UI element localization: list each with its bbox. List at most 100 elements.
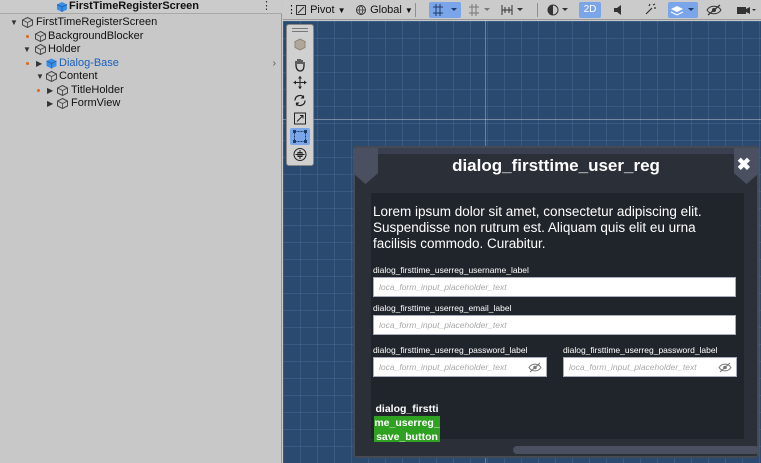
password-confirm-placeholder: loca_form_input_placeholder_text xyxy=(569,362,697,372)
dialog-base[interactable]: dialog_firsttime_user_reg ✖ Lorem ipsum … xyxy=(353,146,759,458)
pivot-dropdown[interactable]: Pivot ▼ xyxy=(295,2,346,18)
hierarchy-title: FirstTimeRegisterScreen xyxy=(69,0,200,12)
view-tool-button[interactable] xyxy=(290,36,310,53)
prefab-cube-icon xyxy=(46,58,57,69)
grid-snap-button[interactable] xyxy=(429,2,461,18)
gameobject-cube-icon xyxy=(57,98,68,109)
close-icon[interactable]: ✖ xyxy=(737,155,751,175)
password-confirm-input[interactable]: loca_form_input_placeholder_text xyxy=(563,357,737,377)
chevron-right-icon[interactable]: › xyxy=(273,57,276,70)
password-input[interactable]: loca_form_input_placeholder_text xyxy=(373,357,547,377)
hierarchy-item-form-view[interactable]: ▶ FormView xyxy=(0,97,282,110)
chevron-down-icon: ▼ xyxy=(404,6,413,15)
move-tool-button[interactable] xyxy=(290,74,310,91)
collapse-arrow-icon[interactable]: ▶ xyxy=(47,97,55,110)
hierarchy-panel: FirstTimeRegisterScreen ⋮ ▼ FirstTimeReg… xyxy=(0,0,282,463)
gameobject-cube-icon xyxy=(57,85,68,96)
gameobject-cube-icon xyxy=(22,17,33,28)
username-input[interactable]: loca_form_input_placeholder_text xyxy=(373,277,736,297)
global-label: Global xyxy=(370,4,402,16)
mode-2d-label: 2D xyxy=(583,4,597,15)
rotate-icon xyxy=(294,94,306,107)
save-button-label: dialog_firsttime_userreg_save_button xyxy=(374,403,440,443)
canvas-guide-line xyxy=(283,119,761,120)
email-input[interactable]: loca_form_input_placeholder_text xyxy=(373,315,736,335)
override-dot-icon xyxy=(26,35,29,38)
hierarchy-item-label: Holder xyxy=(48,43,81,55)
hand-icon xyxy=(295,59,305,72)
shading-mode-dropdown[interactable] xyxy=(545,2,573,18)
dialog-header-bar xyxy=(378,148,734,154)
tools-palette xyxy=(286,24,314,166)
layers-icon xyxy=(670,6,694,16)
toolbar-separator xyxy=(415,3,416,17)
scale-tool-button[interactable] xyxy=(290,110,310,127)
expand-arrow-icon[interactable]: ▼ xyxy=(36,70,44,83)
hierarchy-item-content[interactable]: ▼ Content xyxy=(0,70,282,83)
audio-toggle-button[interactable] xyxy=(610,2,626,18)
hierarchy-item-label: Dialog-Base xyxy=(59,57,119,69)
hierarchy-item-label: TitleHolder xyxy=(71,84,124,96)
kebab-menu-icon[interactable]: ⋮ xyxy=(261,0,272,13)
hierarchy-item-dialog-base[interactable]: ▶ Dialog-Base › xyxy=(0,57,282,70)
rect-tool-button[interactable] xyxy=(290,128,310,145)
hierarchy-item-holder[interactable]: ▼ Holder xyxy=(0,43,282,56)
increment-snap-icon xyxy=(501,5,523,15)
grid-icon xyxy=(469,4,490,16)
transform-tool-button[interactable] xyxy=(290,146,310,163)
transform-icon xyxy=(293,148,307,161)
hierarchy-item-title-holder[interactable]: ▶ TitleHolder xyxy=(0,84,282,97)
scene-view[interactable]: dialog_firsttime_user_reg ✖ Lorem ipsum … xyxy=(283,21,761,463)
dialog-bottom-ornament xyxy=(513,446,759,454)
chevron-down-icon: ▼ xyxy=(337,6,346,15)
username-label: dialog_firsttime_userreg_username_label xyxy=(373,265,529,275)
collapse-arrow-icon[interactable]: ▶ xyxy=(47,84,55,97)
rotate-tool-button[interactable] xyxy=(290,92,310,109)
move-arrows-icon xyxy=(293,76,307,89)
grid-snap-icon xyxy=(433,4,457,16)
hidden-objects-toggle[interactable] xyxy=(705,2,723,18)
override-dot-icon xyxy=(26,62,29,65)
password-confirm-label: dialog_firsttime_userreg_password_label xyxy=(563,345,718,355)
password-label: dialog_firsttime_userreg_password_label xyxy=(373,345,528,355)
global-dropdown[interactable]: Global ▼ xyxy=(355,2,413,18)
save-button[interactable]: dialog_firsttime_userreg_save_button xyxy=(374,402,440,443)
username-placeholder: loca_form_input_placeholder_text xyxy=(379,282,507,292)
effects-icon xyxy=(645,3,656,15)
toolbar-separator xyxy=(537,3,538,17)
collapse-arrow-icon[interactable]: ▶ xyxy=(36,57,44,70)
hierarchy-item-first-time-register-screen[interactable]: ▼ FirstTimeRegisterScreen xyxy=(0,16,282,29)
email-label: dialog_firsttime_userreg_email_label xyxy=(373,303,512,313)
cube-tool-icon xyxy=(294,38,306,51)
expand-arrow-icon[interactable]: ▼ xyxy=(23,43,31,56)
gameobject-cube-icon xyxy=(46,71,57,82)
shading-sphere-icon xyxy=(547,4,568,16)
gameobject-cube-icon xyxy=(35,44,46,55)
layers-visibility-button[interactable] xyxy=(668,2,698,18)
hand-tool-button[interactable] xyxy=(290,56,310,73)
rect-transform-icon xyxy=(293,130,307,143)
audio-icon xyxy=(614,5,621,15)
eye-slash-icon[interactable] xyxy=(718,362,732,373)
hierarchy-item-background-blocker[interactable]: BackgroundBlocker xyxy=(0,30,282,43)
dialog-description: Lorem ipsum dolor sit amet, consectetur … xyxy=(373,204,702,251)
camera-dropdown[interactable] xyxy=(735,2,757,18)
hierarchy-header: FirstTimeRegisterScreen ⋮ xyxy=(0,0,282,14)
effects-toggle-button[interactable] xyxy=(643,2,659,18)
scene-toolbar: ⋮ Pivot ▼ Global ▼ 2D xyxy=(283,0,761,20)
scale-icon xyxy=(294,112,306,125)
eye-slash-icon[interactable] xyxy=(528,362,542,373)
hierarchy-item-label: BackgroundBlocker xyxy=(48,30,144,42)
eye-slash-icon xyxy=(706,4,722,16)
pivot-label: Pivot xyxy=(310,4,335,16)
gameobject-cube-icon xyxy=(35,31,46,42)
expand-arrow-icon[interactable]: ▼ xyxy=(10,16,18,29)
camera-icon xyxy=(737,7,756,14)
hierarchy-item-label: FormView xyxy=(71,97,121,109)
mode-2d-button[interactable]: 2D xyxy=(579,2,601,18)
email-placeholder: loca_form_input_placeholder_text xyxy=(379,320,507,330)
grid-visibility-button[interactable] xyxy=(466,2,494,18)
increment-snap-button[interactable] xyxy=(499,2,529,18)
hierarchy-item-label: Content xyxy=(59,70,98,82)
palette-handle-icon[interactable] xyxy=(292,28,308,32)
